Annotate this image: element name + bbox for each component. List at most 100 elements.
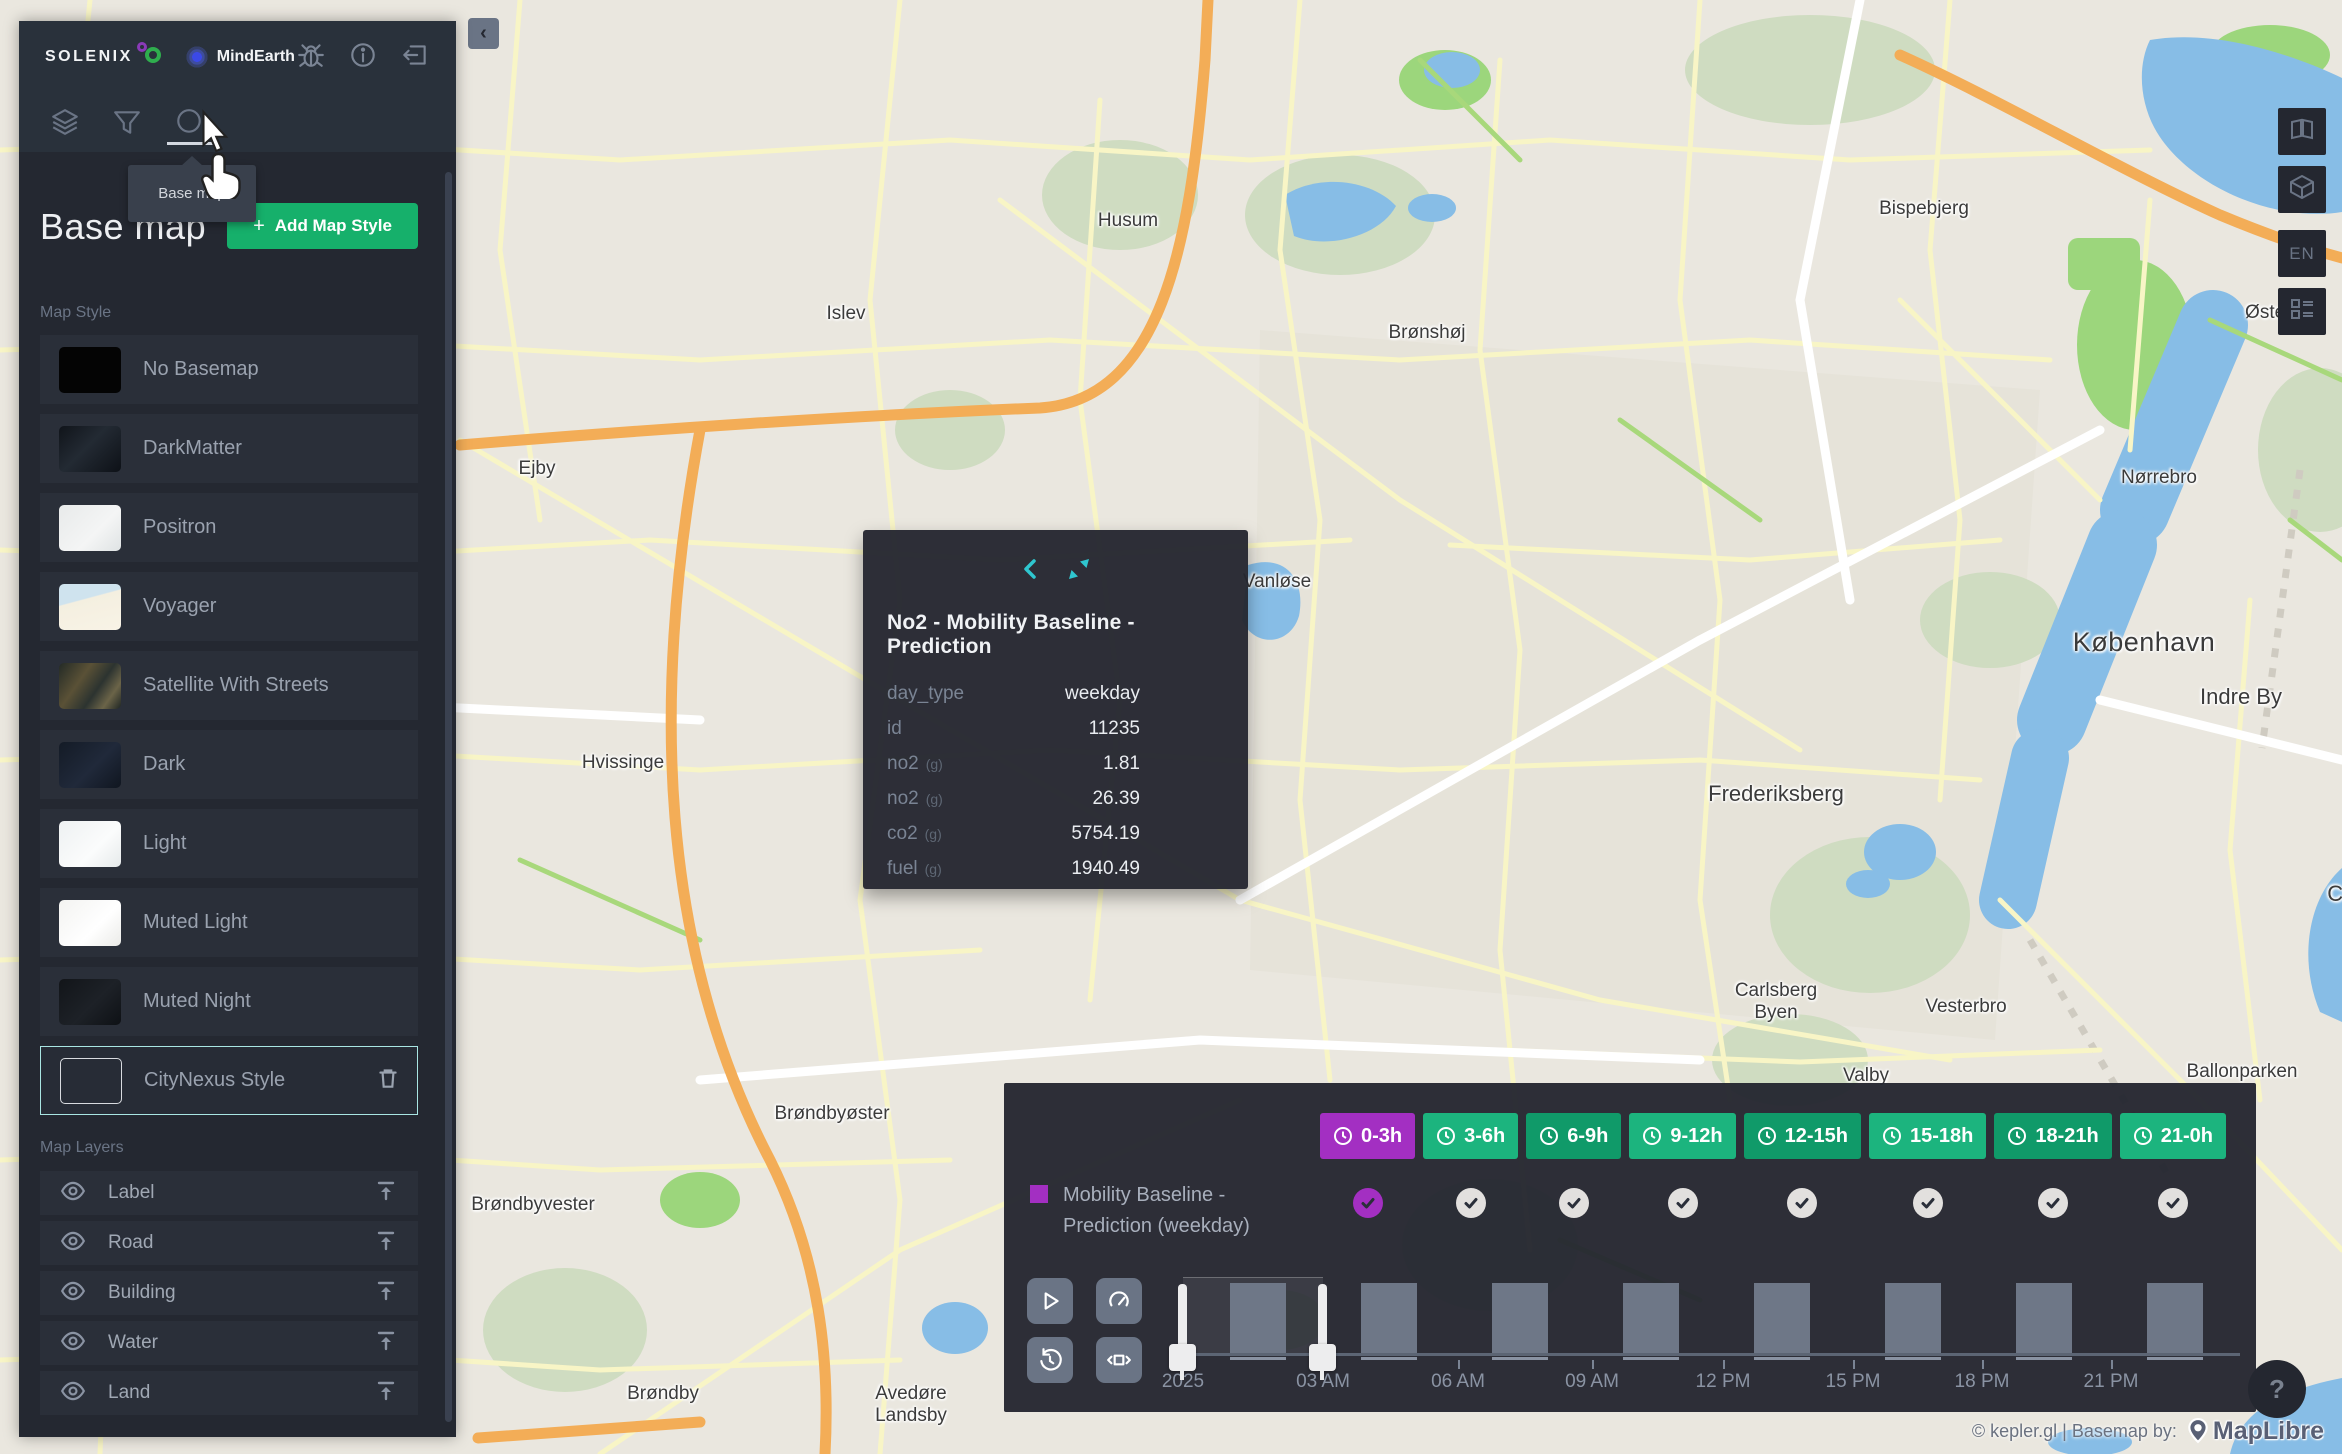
sidebar-scrollbar[interactable]: [445, 172, 452, 1422]
tab-filters[interactable]: [107, 99, 147, 145]
legend-button[interactable]: [2278, 288, 2326, 335]
style-name: DarkMatter: [143, 437, 402, 460]
speed-button[interactable]: [1096, 1278, 1142, 1324]
app-window: Husum Islev Brønshøj Bispebjerg Ejby Nør…: [0, 0, 2342, 1454]
style-name: Satellite With Streets: [143, 674, 402, 697]
style-name: Dark: [143, 753, 402, 776]
histogram-bar: [1361, 1283, 1417, 1354]
map-style-section-label: Map Style: [40, 304, 418, 322]
help-button[interactable]: ?: [2248, 1360, 2306, 1418]
time-range-button-15-18h[interactable]: 15-18h: [1869, 1113, 1986, 1159]
interval-check-3[interactable]: [1668, 1188, 1698, 1218]
map-label: Indre By: [2200, 686, 2282, 708]
axis-tick-label: 09 AM: [1565, 1371, 1619, 1393]
time-range-button-0-3h[interactable]: 0-3h: [1320, 1113, 1415, 1159]
range-grip-end[interactable]: [1309, 1344, 1336, 1371]
map-label: Brøndby: [627, 1383, 699, 1405]
animation-window-button[interactable]: [1096, 1337, 1142, 1383]
visibility-eye-icon[interactable]: [60, 1378, 86, 1409]
time-range-button-3-6h[interactable]: 3-6h: [1423, 1113, 1518, 1159]
pin-back-icon[interactable]: [1020, 558, 1042, 585]
interval-check-4[interactable]: [1787, 1188, 1817, 1218]
time-range-button-21-0h[interactable]: 21-0h: [2120, 1113, 2226, 1159]
style-thumbnail: [60, 1058, 122, 1104]
histogram-bar: [2016, 1283, 2072, 1354]
style-row-muted-light[interactable]: Muted Light: [40, 888, 418, 957]
exit-app-icon[interactable]: [400, 40, 430, 75]
toggle-3d-button[interactable]: [2278, 166, 2326, 213]
style-row-light[interactable]: Light: [40, 809, 418, 878]
language-button[interactable]: EN: [2278, 230, 2326, 277]
sidebar: SOLENIX MindEarth: [19, 21, 456, 1437]
layer-name: Label: [108, 1182, 352, 1204]
visibility-eye-icon[interactable]: [60, 1178, 86, 1209]
interval-check-7[interactable]: [2158, 1188, 2188, 1218]
mindearth-logo-text: MindEarth: [217, 48, 295, 66]
interval-check-5[interactable]: [1913, 1188, 1943, 1218]
style-row-positron[interactable]: Positron: [40, 493, 418, 562]
window-arrows-icon: [1106, 1347, 1132, 1373]
time-filter-panel: 0-3h 3-6h 6-9h 9-12h 12-15h 15-18h 18-21…: [1004, 1083, 2256, 1412]
style-row-darkmatter[interactable]: DarkMatter: [40, 414, 418, 483]
move-to-top-icon[interactable]: [374, 1279, 398, 1308]
info-icon[interactable]: [348, 40, 378, 75]
move-to-top-icon[interactable]: [374, 1379, 398, 1408]
visibility-eye-icon[interactable]: [60, 1328, 86, 1359]
check-icon: [1675, 1195, 1691, 1211]
history-clock-icon: [1037, 1347, 1063, 1373]
style-row-muted-night[interactable]: Muted Night: [40, 967, 418, 1036]
move-to-top-icon[interactable]: [374, 1229, 398, 1258]
solenix-logo-text: SOLENIX: [45, 48, 133, 66]
time-range-button-9-12h[interactable]: 9-12h: [1629, 1113, 1735, 1159]
interval-check-0[interactable]: [1353, 1188, 1383, 1218]
delete-style-icon[interactable]: [375, 1065, 401, 1096]
time-range-label: 6-9h: [1567, 1125, 1608, 1148]
basemap-panel: Base map + Add Map Style Map Style No Ba…: [19, 152, 456, 1437]
time-range-button-18-21h[interactable]: 18-21h: [1994, 1113, 2111, 1159]
visibility-eye-icon[interactable]: [60, 1228, 86, 1259]
move-to-top-icon[interactable]: [374, 1329, 398, 1358]
style-row-dark[interactable]: Dark: [40, 730, 418, 799]
visibility-eye-icon[interactable]: [60, 1278, 86, 1309]
expand-icon[interactable]: [1068, 558, 1090, 585]
range-handle-start[interactable]: [1178, 1284, 1187, 1348]
map-label: Hvissinge: [582, 752, 664, 774]
maplibre-logo[interactable]: MapLibre: [2185, 1416, 2324, 1446]
time-range-label: 12-15h: [1785, 1125, 1848, 1148]
reset-button[interactable]: [1027, 1337, 1073, 1383]
interval-check-1[interactable]: [1456, 1188, 1486, 1218]
interval-check-2[interactable]: [1559, 1188, 1589, 1218]
field-value: 26.39: [1092, 788, 1140, 810]
style-row-no-basemap[interactable]: No Basemap: [40, 335, 418, 404]
time-range-button-12-15h[interactable]: 12-15h: [1744, 1113, 1861, 1159]
sidebar-tabs: [19, 93, 456, 152]
play-button[interactable]: [1027, 1278, 1073, 1324]
time-range-button-6-9h[interactable]: 6-9h: [1526, 1113, 1621, 1159]
tab-basemap[interactable]: [169, 99, 209, 145]
bug-report-icon[interactable]: [296, 40, 326, 75]
legend-color-swatch: [1030, 1185, 1048, 1203]
field-unit: (g): [926, 791, 943, 807]
style-row-voyager[interactable]: Voyager: [40, 572, 418, 641]
time-range-label: 21-0h: [2161, 1125, 2213, 1148]
move-to-top-icon[interactable]: [374, 1179, 398, 1208]
clock-icon: [1642, 1126, 1662, 1146]
time-range-label: 18-21h: [2035, 1125, 2098, 1148]
range-handle-end[interactable]: [1318, 1284, 1327, 1348]
range-grip-start[interactable]: [1169, 1344, 1196, 1371]
popup-row: co2 (g) 5754.19: [887, 823, 1222, 845]
histogram-bar: [1623, 1283, 1679, 1354]
map-layers-section-label: Map Layers: [40, 1139, 418, 1157]
attribution-text[interactable]: © kepler.gl | Basemap by:: [1972, 1421, 2177, 1442]
layer-name: Building: [108, 1282, 352, 1304]
style-row-citynexus[interactable]: CityNexus Style: [40, 1046, 418, 1115]
sidebar-collapse-button[interactable]: ‹: [468, 18, 499, 49]
split-map-button[interactable]: [2278, 108, 2326, 155]
filter-icon: [112, 107, 142, 137]
interval-check-6[interactable]: [2038, 1188, 2068, 1218]
style-row-satellite[interactable]: Satellite With Streets: [40, 651, 418, 720]
popup-row: fuel (g) 1940.49: [887, 858, 1222, 880]
layer-row-building: Building: [40, 1271, 418, 1315]
time-range-label: 15-18h: [1910, 1125, 1973, 1148]
tab-layers[interactable]: [45, 99, 85, 145]
